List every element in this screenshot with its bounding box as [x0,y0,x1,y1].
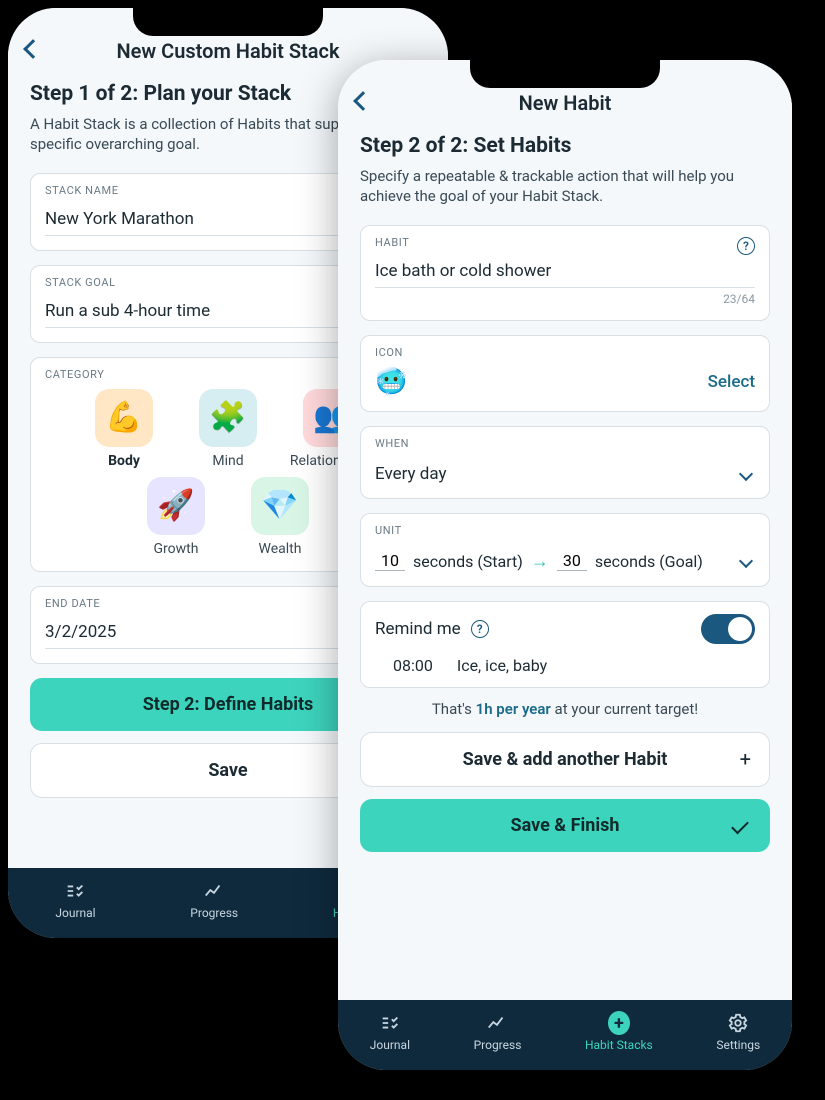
check-icon [731,816,749,834]
summary-text: That's 1h per year at your current targe… [360,700,770,718]
remind-card: Remind me ? 08:00 Ice, ice, baby [360,601,770,688]
unit-card: UNIT seconds (Start) → seconds (Goal) [360,513,770,587]
step-description: Specify a repeatable & trackable action … [360,166,770,207]
help-icon[interactable]: ? [471,620,489,638]
nav-progress[interactable]: Progress [474,1012,522,1052]
page-title: New Habit [519,91,612,115]
progress-icon [203,880,225,902]
nav-label: Progress [474,1038,522,1052]
gear-icon [727,1012,749,1034]
notch [133,8,323,36]
unit-goal-input[interactable] [557,551,587,571]
category-icon: 💪 [95,389,153,447]
plus-icon: + [740,747,751,771]
phone-step2: New Habit Step 2 of 2: Set Habits Specif… [338,60,792,1070]
category-label: Wealth [259,541,302,557]
char-count: 23/64 [375,292,755,306]
nav-label: Progress [190,906,238,920]
category-growth[interactable]: 🚀 Growth [137,477,215,557]
back-icon[interactable] [23,39,43,59]
nav-label: Journal [55,906,95,920]
arrow-right-icon: → [531,551,549,572]
step-heading: Step 2 of 2: Set Habits [360,134,770,158]
category-icon: 🚀 [147,477,205,535]
when-value: Every day [375,464,447,484]
chevron-down-icon[interactable] [739,554,753,568]
plus-circle-icon: + [608,1012,630,1034]
nav-label: Settings [716,1038,760,1052]
define-habits-label: Step 2: Define Habits [143,694,314,715]
save-finish-label: Save & Finish [511,815,620,836]
remind-label: Remind me [375,619,461,639]
habit-icon-emoji: 🥶 [375,367,407,397]
category-label: Body [108,453,140,469]
notch [470,60,660,88]
remind-message[interactable]: Ice, ice, baby [457,656,547,675]
unit-label: UNIT [375,524,755,537]
icon-select-link[interactable]: Select [708,372,755,392]
journal-icon [64,880,86,902]
habit-input[interactable] [375,257,755,288]
category-mind[interactable]: 🧩 Mind [189,389,267,469]
summary-highlight: 1h per year [476,700,551,718]
category-label: Growth [154,541,199,557]
unit-start-text: seconds (Start) [413,552,523,571]
page-title: New Custom Habit Stack [117,39,340,63]
nav-label: Habit Stacks [585,1038,653,1052]
remind-toggle[interactable] [701,614,755,644]
save-label: Save [208,760,247,781]
unit-goal-text: seconds (Goal) [595,552,703,571]
category-wealth[interactable]: 💎 Wealth [241,477,319,557]
category-icon: 🧩 [199,389,257,447]
nav-journal[interactable]: Journal [55,880,95,920]
help-icon[interactable]: ? [737,237,755,255]
journal-icon [379,1012,401,1034]
category-label: Mind [212,453,243,469]
back-icon[interactable] [353,91,373,111]
icon-card: ICON 🥶 Select [360,335,770,412]
bottom-nav: Journal Progress + Habit Stacks Settings [338,1000,792,1070]
save-finish-button[interactable]: Save & Finish [360,799,770,852]
category-icon: 💎 [251,477,309,535]
nav-settings[interactable]: Settings [716,1012,760,1052]
add-another-button[interactable]: Save & add another Habit + [360,732,770,787]
nav-habit-stacks[interactable]: + Habit Stacks [585,1012,653,1052]
unit-start-input[interactable] [375,551,405,571]
add-another-label: Save & add another Habit [463,749,668,770]
habit-label: HABIT [375,236,409,249]
remind-time[interactable]: 08:00 [393,656,433,675]
icon-label: ICON [375,346,755,359]
habit-card: HABIT ? 23/64 [360,225,770,321]
when-card[interactable]: WHEN Every day [360,426,770,499]
when-label: WHEN [375,437,755,450]
chevron-down-icon [739,466,753,480]
nav-progress[interactable]: Progress [190,880,238,920]
category-body[interactable]: 💪 Body [85,389,163,469]
progress-icon [486,1012,508,1034]
nav-journal[interactable]: Journal [370,1012,410,1052]
nav-label: Journal [370,1038,410,1052]
content: Step 2 of 2: Set Habits Specify a repeat… [338,122,792,1000]
